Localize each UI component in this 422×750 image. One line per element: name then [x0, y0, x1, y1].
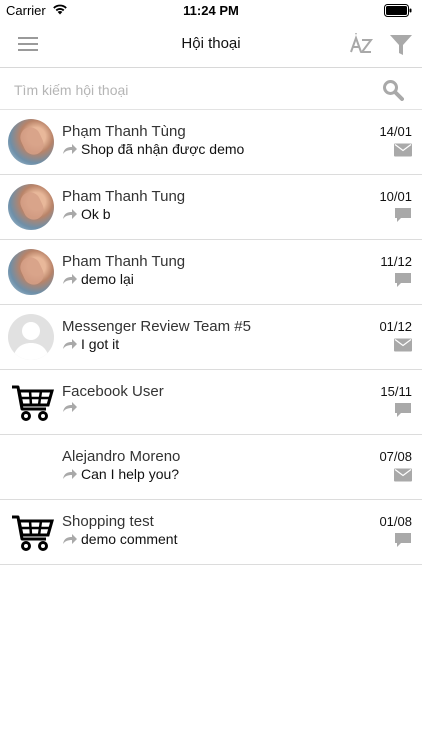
contact-name: Phạm Thanh Tùng: [62, 123, 186, 140]
last-message: Shop đã nhận được demo: [62, 141, 244, 157]
last-message: demo comment: [62, 531, 177, 547]
contact-name: Messenger Review Team #5: [62, 318, 251, 335]
filter-icon[interactable]: [388, 32, 414, 58]
search-bar: [0, 69, 422, 110]
message-text: demo lại: [81, 271, 134, 287]
reply-arrow-icon: [63, 144, 77, 154]
reply-arrow-icon: [63, 469, 77, 479]
message-date: 07/08: [379, 449, 412, 464]
shopping-cart-icon: [12, 515, 54, 551]
default-avatar-icon: [8, 314, 54, 360]
message-text: Can I help you?: [81, 466, 180, 482]
comment-icon: [395, 208, 411, 222]
contact-name: Facebook User: [62, 383, 164, 400]
comment-icon: [395, 273, 411, 287]
last-message: demo lại: [62, 271, 134, 287]
reply-arrow-icon: [63, 274, 77, 284]
clock: 11:24 PM: [183, 3, 239, 18]
comment-icon: [395, 533, 411, 547]
reply-arrow-icon: [63, 339, 77, 349]
contact-name: Pham Thanh Tung: [62, 188, 186, 205]
mail-icon: [394, 143, 412, 157]
nav-bar: Hội thoại: [0, 22, 422, 68]
sort-az-icon[interactable]: [348, 32, 374, 58]
avatar: [8, 249, 54, 295]
last-message: Can I help you?: [62, 466, 179, 482]
conversation-row[interactable]: Shopping test demo comment 01/08: [0, 500, 422, 565]
avatar: [8, 119, 54, 165]
last-message: Ok b: [62, 206, 111, 222]
contact-name: Shopping test: [62, 513, 154, 530]
comment-icon: [395, 403, 411, 417]
battery-icon: [384, 4, 412, 17]
status-bar: Carrier 11:24 PM: [0, 0, 422, 22]
message-text: Ok b: [81, 206, 111, 222]
message-date: 15/11: [380, 384, 412, 399]
reply-arrow-icon: [63, 534, 77, 544]
conversation-row[interactable]: Pham Thanh Tung Ok b 10/01: [0, 175, 422, 240]
conversation-row[interactable]: Pham Thanh Tung demo lại 11/12: [0, 240, 422, 305]
conversation-list: Phạm Thanh Tùng Shop đã nhận được demo 14/…: [0, 110, 422, 565]
last-message: [62, 401, 81, 413]
reply-arrow-icon: [63, 209, 77, 219]
shopping-cart-icon: [12, 385, 54, 421]
reply-arrow-icon: [63, 402, 77, 412]
message-date: 01/08: [379, 514, 412, 529]
avatar: [8, 184, 54, 230]
conversation-row[interactable]: Messenger Review Team #5 I got it 01/12: [0, 305, 422, 370]
contact-name: Pham Thanh Tung: [62, 253, 186, 270]
contact-name: Alejandro Moreno: [62, 448, 181, 465]
message-text: I got it: [81, 336, 120, 352]
message-date: 01/12: [379, 319, 412, 334]
message-text: Shop đã nhận được demo: [81, 141, 245, 157]
search-input[interactable]: [14, 77, 364, 103]
message-date: 11/12: [380, 254, 412, 269]
message-date: 10/01: [379, 189, 412, 204]
last-message: I got it: [62, 336, 119, 352]
mail-icon: [394, 338, 412, 352]
conversation-row[interactable]: Phạm Thanh Tùng Shop đã nhận được demo 14/…: [0, 110, 422, 175]
conversation-row[interactable]: Alejandro Moreno Can I help you? 07/08: [0, 435, 422, 500]
message-text: demo comment: [81, 531, 178, 547]
message-date: 14/01: [379, 124, 412, 139]
mail-icon: [394, 468, 412, 482]
search-icon[interactable]: [382, 79, 404, 101]
conversation-row[interactable]: Facebook User 15/11: [0, 370, 422, 435]
